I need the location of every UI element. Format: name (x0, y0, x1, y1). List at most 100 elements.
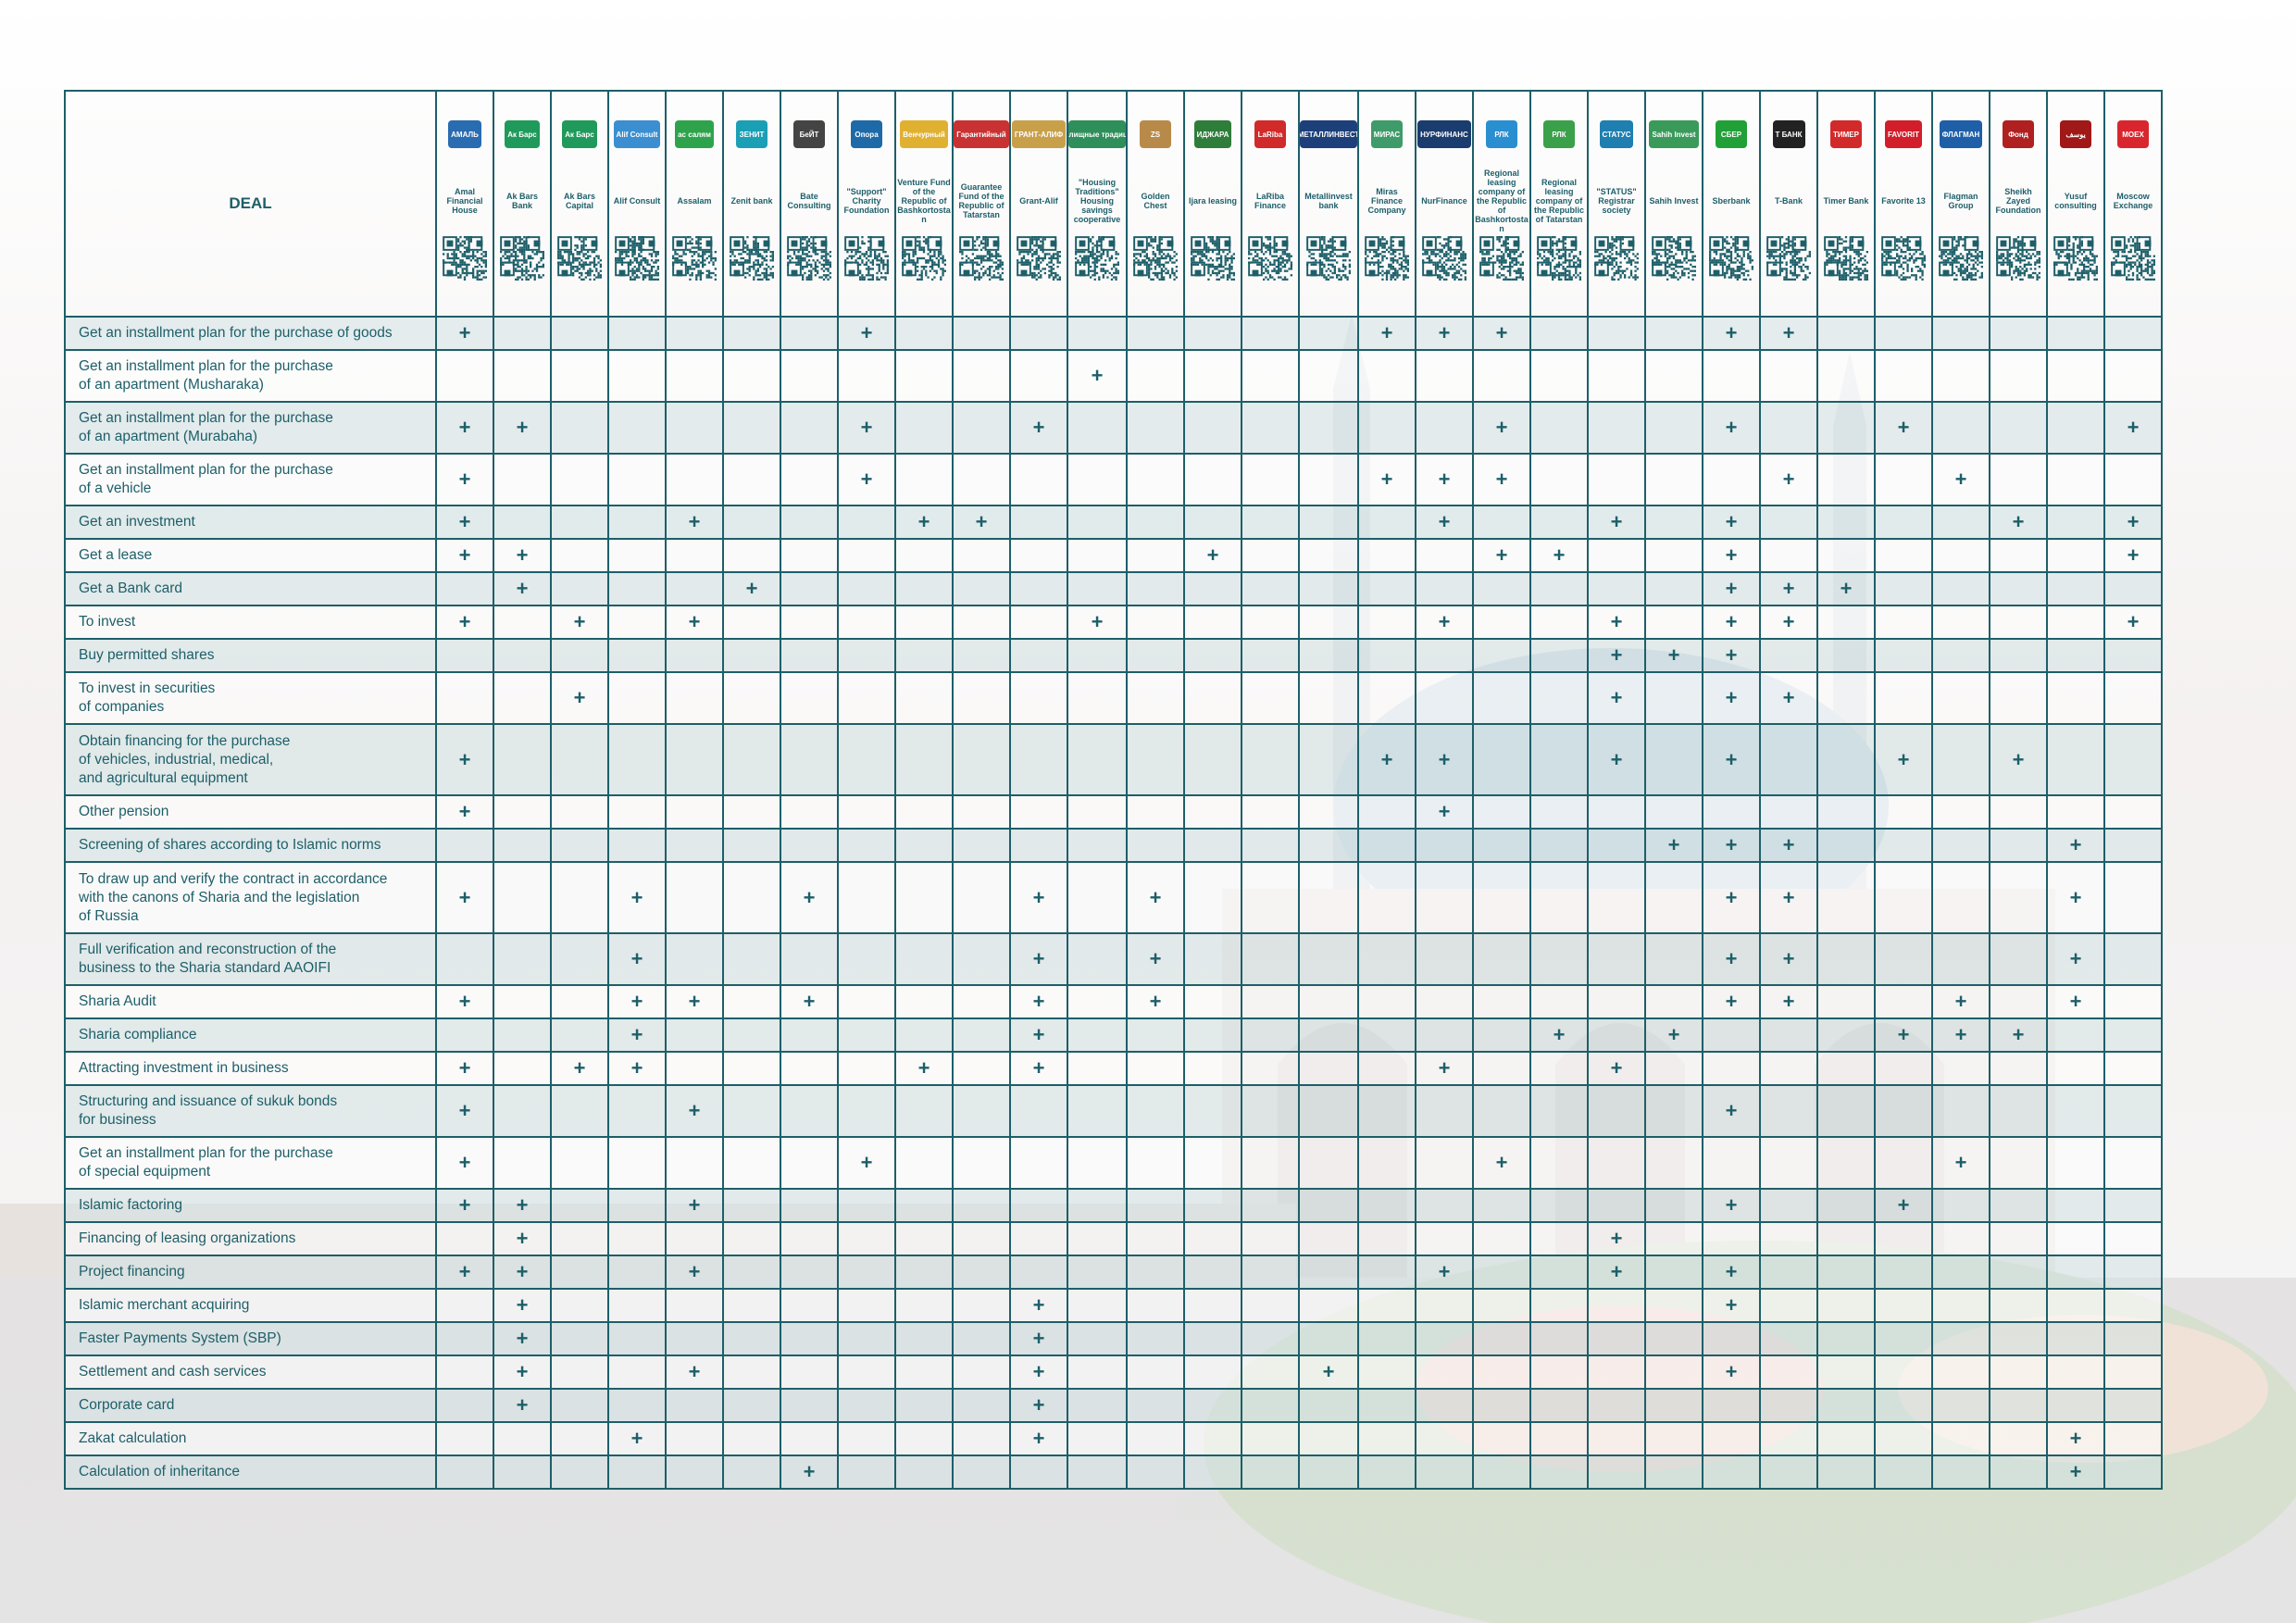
plus-mark: + (917, 1056, 930, 1080)
qr-code-icon[interactable] (609, 231, 665, 285)
deal-cell (550, 1255, 609, 1290)
table-row: Islamic factoring + + + + + (64, 1188, 2163, 1223)
org-column-header: НУРФИНАНС NurFinance (1415, 90, 1474, 318)
deal-cell (1298, 1136, 1359, 1190)
deal-cell: + (780, 984, 839, 1019)
deal-cell (1415, 1136, 1474, 1190)
deal-cell: + (1644, 1017, 1703, 1053)
qr-code-icon[interactable] (2105, 231, 2161, 285)
org-name: Zenit bank (730, 196, 773, 206)
qr-code-icon[interactable] (494, 231, 550, 285)
qr-code-icon[interactable] (1011, 231, 1067, 285)
deal-cell (1298, 1288, 1359, 1323)
qr-code-icon[interactable] (1359, 231, 1415, 285)
deal-cell (952, 828, 1011, 863)
qr-code-icon[interactable] (954, 231, 1009, 285)
deal-cell (607, 794, 667, 830)
qr-code-icon[interactable] (896, 231, 952, 285)
deal-cell (607, 505, 667, 540)
deal-cell (894, 401, 954, 455)
qr-code-icon[interactable] (1531, 231, 1587, 285)
deal-cell (1298, 638, 1359, 673)
qr-code-icon[interactable] (1068, 231, 1126, 285)
deal-cell: + (1702, 605, 1761, 640)
qr-code-icon[interactable] (1703, 231, 1759, 285)
qr-code-icon[interactable] (1876, 231, 1931, 285)
deal-cell (1644, 1188, 1703, 1223)
deal-cell (1126, 1288, 1185, 1323)
plus-mark: + (516, 577, 529, 600)
plus-mark: + (1032, 416, 1045, 439)
qr-code-icon[interactable] (1474, 231, 1529, 285)
deal-cell: + (1702, 1188, 1761, 1223)
deal-cell: + (493, 1355, 552, 1390)
ijara-logo-icon: ИДЖАРА (1185, 92, 1241, 171)
qr-code-icon[interactable] (2048, 231, 2103, 285)
deal-cell (837, 1051, 896, 1086)
qr-code-icon[interactable] (781, 231, 837, 285)
qr-code-icon[interactable] (1242, 231, 1298, 285)
qr-code-icon[interactable] (1933, 231, 1989, 285)
qr-code-icon[interactable] (1185, 231, 1241, 285)
deal-cell: + (493, 1388, 552, 1423)
deal-cell (837, 794, 896, 830)
deal-cell: + (435, 794, 494, 830)
deal-cell (837, 1188, 896, 1223)
org-name: Sheikh Zayed Foundation (1995, 187, 2041, 215)
qr-code-icon[interactable] (552, 231, 607, 285)
qr-code-icon[interactable] (1761, 231, 1816, 285)
deal-cell (1702, 1321, 1761, 1356)
qr-code-icon[interactable] (1416, 231, 1472, 285)
org-name: Yusuf consulting (2054, 192, 2097, 210)
deal-cell (1241, 861, 1300, 934)
deal-cell (1357, 538, 1416, 573)
deal-cell (894, 453, 954, 506)
deal-cell (1529, 505, 1589, 540)
plus-mark: + (1206, 543, 1219, 567)
deal-cell (837, 638, 896, 673)
qr-code-icon[interactable] (667, 231, 722, 285)
deal-cell (1759, 349, 1818, 403)
plus-mark: + (1610, 610, 1623, 633)
org-column-header: ТИМЕР Timer Bank (1816, 90, 1876, 318)
deal-cell (1472, 1084, 1531, 1138)
qr-code-icon[interactable] (1990, 231, 2046, 285)
plus-mark: + (516, 1393, 529, 1417)
qr-code-icon[interactable] (1646, 231, 1702, 285)
qr-code-icon[interactable] (1818, 231, 1874, 285)
deal-cell (1126, 1421, 1185, 1456)
deal-cell (1644, 1255, 1703, 1290)
qr-code-icon[interactable] (1128, 231, 1183, 285)
org-column-header: РЛК Regional leasing company of the Repub… (1472, 90, 1531, 318)
deal-cell (1357, 1321, 1416, 1356)
bate-logo-icon: БеЙТ (781, 92, 837, 171)
deal-cell (550, 453, 609, 506)
deal-cell (1415, 932, 1474, 986)
plus-mark: + (1610, 686, 1623, 709)
deal-cell: + (493, 1221, 552, 1256)
deal-cell (1298, 671, 1359, 725)
qr-code-icon[interactable] (839, 231, 894, 285)
deal-cell: + (1009, 932, 1068, 986)
org-name: Miras Finance Company (1367, 187, 1406, 215)
deal-cell: + (1874, 1017, 1933, 1053)
deal-cell (2046, 794, 2105, 830)
deal-cell (1415, 828, 1474, 863)
deal-cell (1357, 1084, 1416, 1138)
plus-mark: + (1667, 1023, 1680, 1046)
org-column-header: FAVORIT Favorite 13 (1874, 90, 1933, 318)
qr-code-icon[interactable] (1300, 231, 1357, 285)
qr-code-icon[interactable] (724, 231, 780, 285)
deal-cell (1759, 505, 1818, 540)
deal-cell (1989, 1255, 2048, 1290)
qr-code-icon[interactable] (437, 231, 493, 285)
deal-cell (1874, 1136, 1933, 1190)
deal-cell (780, 828, 839, 863)
flagman-logo-icon: ФЛАГМАН (1933, 92, 1989, 171)
qr-code-icon[interactable] (1589, 231, 1644, 285)
deal-cell (1415, 1188, 1474, 1223)
deal-cell (1415, 1454, 1474, 1490)
plus-mark: + (1032, 885, 1045, 909)
plus-mark: + (1897, 1193, 1910, 1217)
deal-cell (2046, 349, 2105, 403)
